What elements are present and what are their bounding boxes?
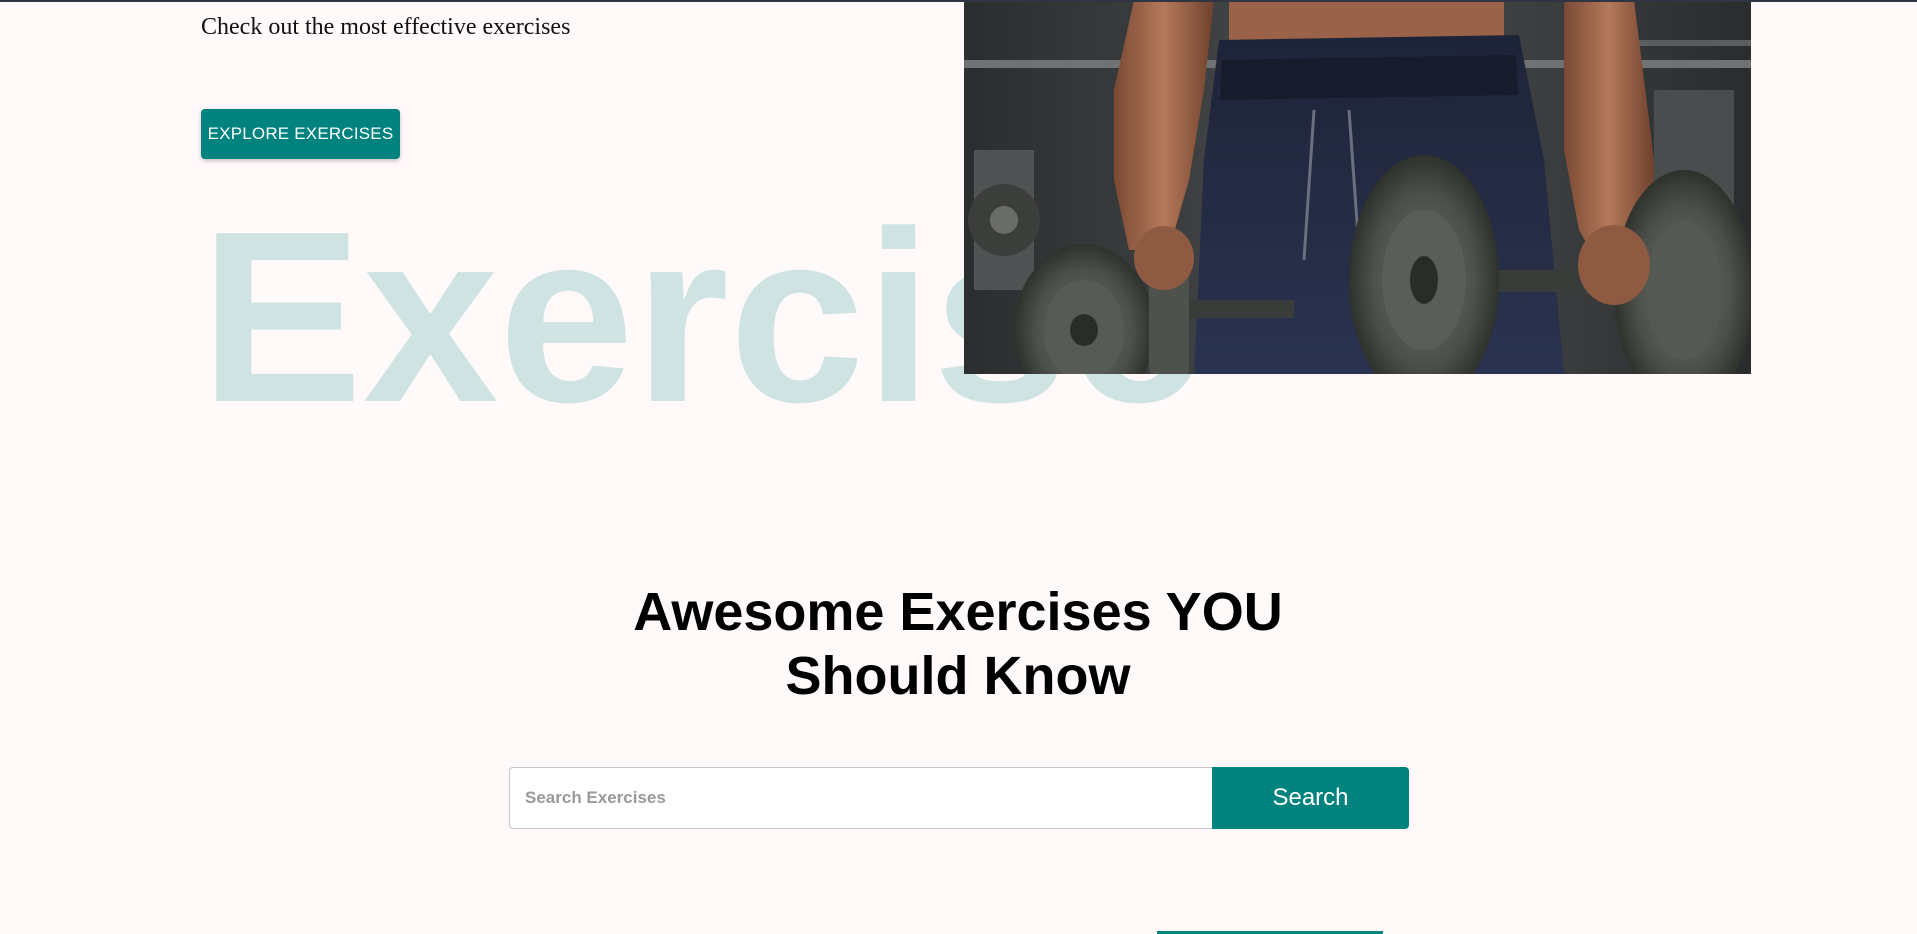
gym-photo <box>964 0 1751 374</box>
section-heading-line1: Awesome Exercises YOU <box>633 582 1283 642</box>
top-border <box>0 0 1917 2</box>
search-button[interactable]: Search <box>1212 767 1409 829</box>
section-heading: Awesome Exercises YOU Should Know <box>558 580 1358 708</box>
section-heading-line2: Should Know <box>785 646 1131 706</box>
hero-subtitle: Check out the most effective exercises <box>201 14 571 40</box>
search-bar: Search <box>509 767 1409 829</box>
explore-exercises-button[interactable]: EXPLORE EXERCISES <box>201 109 400 159</box>
search-input[interactable] <box>509 767 1212 829</box>
hero-image <box>964 0 1751 374</box>
